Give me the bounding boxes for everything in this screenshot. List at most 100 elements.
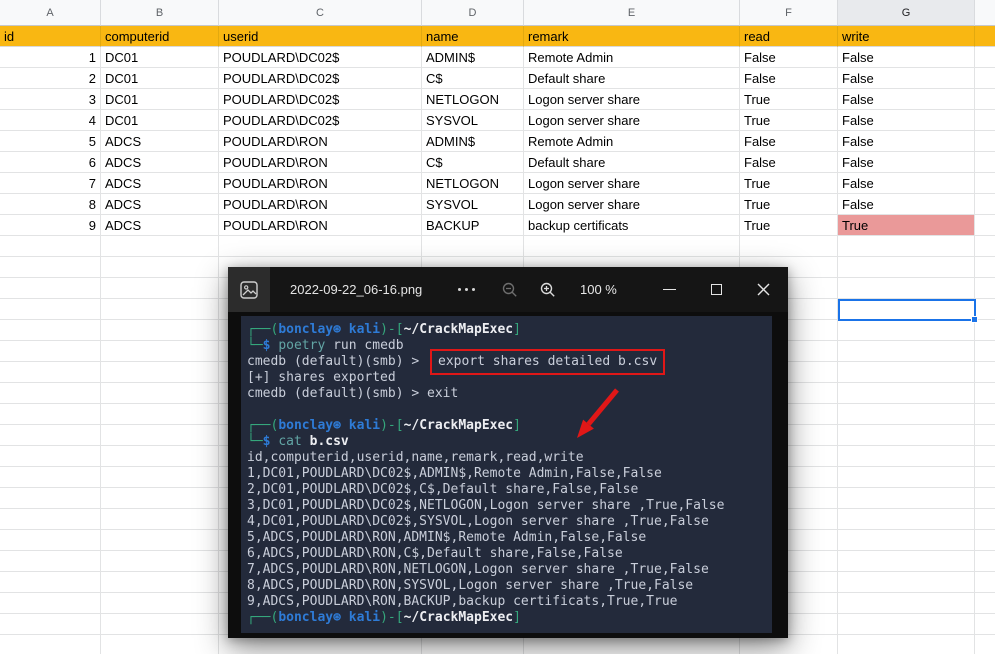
cell[interactable]	[0, 383, 101, 404]
fill-handle[interactable]	[971, 316, 978, 323]
cell[interactable]: False	[740, 152, 838, 173]
cell[interactable]: False	[838, 68, 975, 89]
cell[interactable]	[101, 404, 219, 425]
column-header-D[interactable]: D	[422, 0, 524, 26]
viewer-titlebar[interactable]: 2022-09-22_06-16.png 100 %	[228, 267, 788, 312]
cell[interactable]: True	[740, 89, 838, 110]
cell[interactable]: POUDLARD\DC02$	[219, 89, 422, 110]
cell[interactable]	[101, 635, 219, 654]
cell[interactable]: userid	[219, 26, 422, 47]
cell[interactable]	[838, 530, 975, 551]
cell[interactable]	[838, 635, 975, 654]
cell[interactable]: False	[740, 47, 838, 68]
cell[interactable]	[101, 320, 219, 341]
cell[interactable]	[0, 593, 101, 614]
cell[interactable]	[975, 215, 995, 236]
cell[interactable]	[838, 320, 975, 341]
cell[interactable]: Remote Admin	[524, 131, 740, 152]
cell[interactable]	[975, 635, 995, 654]
cell[interactable]	[0, 509, 101, 530]
cell[interactable]	[838, 572, 975, 593]
cell[interactable]	[101, 509, 219, 530]
cell[interactable]	[101, 530, 219, 551]
cell[interactable]: 9	[0, 215, 101, 236]
column-header-A[interactable]: A	[0, 0, 101, 26]
cell[interactable]	[975, 26, 995, 47]
cell[interactable]	[219, 236, 422, 257]
maximize-icon[interactable]	[694, 267, 738, 312]
cell[interactable]	[838, 467, 975, 488]
cell[interactable]	[0, 299, 101, 320]
cell[interactable]: 3	[0, 89, 101, 110]
cell[interactable]	[838, 236, 975, 257]
cell[interactable]: BACKUP	[422, 215, 524, 236]
cell[interactable]: Logon server share	[524, 110, 740, 131]
cell[interactable]	[975, 173, 995, 194]
cell[interactable]	[101, 467, 219, 488]
minimize-icon[interactable]	[647, 267, 691, 312]
cell[interactable]	[101, 236, 219, 257]
cell[interactable]	[740, 236, 838, 257]
cell[interactable]: False	[838, 89, 975, 110]
cell[interactable]: False	[838, 152, 975, 173]
cell[interactable]	[975, 278, 995, 299]
cell[interactable]: False	[838, 131, 975, 152]
cell[interactable]: ADCS	[101, 131, 219, 152]
cell[interactable]: NETLOGON	[422, 173, 524, 194]
cell[interactable]: SYSVOL	[422, 110, 524, 131]
cell[interactable]	[975, 152, 995, 173]
cell[interactable]	[838, 551, 975, 572]
cell[interactable]: ADCS	[101, 152, 219, 173]
cell[interactable]: DC01	[101, 47, 219, 68]
cell[interactable]	[0, 488, 101, 509]
cell[interactable]	[838, 593, 975, 614]
cell[interactable]: POUDLARD\RON	[219, 152, 422, 173]
cell[interactable]: backup certificats	[524, 215, 740, 236]
cell[interactable]: POUDLARD\RON	[219, 131, 422, 152]
cell[interactable]	[975, 446, 995, 467]
cell[interactable]: ADMIN$	[422, 47, 524, 68]
cell[interactable]	[101, 572, 219, 593]
cell[interactable]	[101, 593, 219, 614]
cell[interactable]	[975, 425, 995, 446]
cell[interactable]: False	[838, 173, 975, 194]
cell[interactable]: 5	[0, 131, 101, 152]
close-icon[interactable]	[741, 267, 785, 312]
cell[interactable]: 8	[0, 194, 101, 215]
cell[interactable]: True	[838, 215, 975, 236]
cell[interactable]	[101, 446, 219, 467]
cell[interactable]: read	[740, 26, 838, 47]
cell[interactable]	[0, 362, 101, 383]
zoom-out-icon[interactable]	[498, 267, 522, 312]
cell[interactable]: NETLOGON	[422, 89, 524, 110]
cell[interactable]: DC01	[101, 68, 219, 89]
cell[interactable]: False	[838, 110, 975, 131]
more-options-icon[interactable]	[456, 267, 477, 312]
cell[interactable]	[838, 488, 975, 509]
cell[interactable]	[975, 89, 995, 110]
cell[interactable]	[0, 236, 101, 257]
cell[interactable]: DC01	[101, 110, 219, 131]
cell[interactable]: False	[740, 131, 838, 152]
cell[interactable]	[975, 47, 995, 68]
cell[interactable]	[0, 320, 101, 341]
cell[interactable]: remark	[524, 26, 740, 47]
zoom-in-icon[interactable]	[536, 267, 560, 312]
cell[interactable]: True	[740, 194, 838, 215]
column-header-G[interactable]: G	[838, 0, 975, 26]
cell[interactable]: 4	[0, 110, 101, 131]
cell[interactable]: name	[422, 26, 524, 47]
cell[interactable]	[975, 593, 995, 614]
cell[interactable]: ADCS	[101, 173, 219, 194]
cell[interactable]	[101, 278, 219, 299]
cell[interactable]	[838, 257, 975, 278]
cell[interactable]	[101, 488, 219, 509]
cell[interactable]: POUDLARD\RON	[219, 173, 422, 194]
cell[interactable]	[0, 257, 101, 278]
cell[interactable]	[975, 110, 995, 131]
cell[interactable]	[0, 446, 101, 467]
zoom-level[interactable]: 100 %	[580, 267, 617, 312]
cell[interactable]: Remote Admin	[524, 47, 740, 68]
cell[interactable]	[0, 572, 101, 593]
column-header-partial[interactable]	[975, 0, 995, 26]
